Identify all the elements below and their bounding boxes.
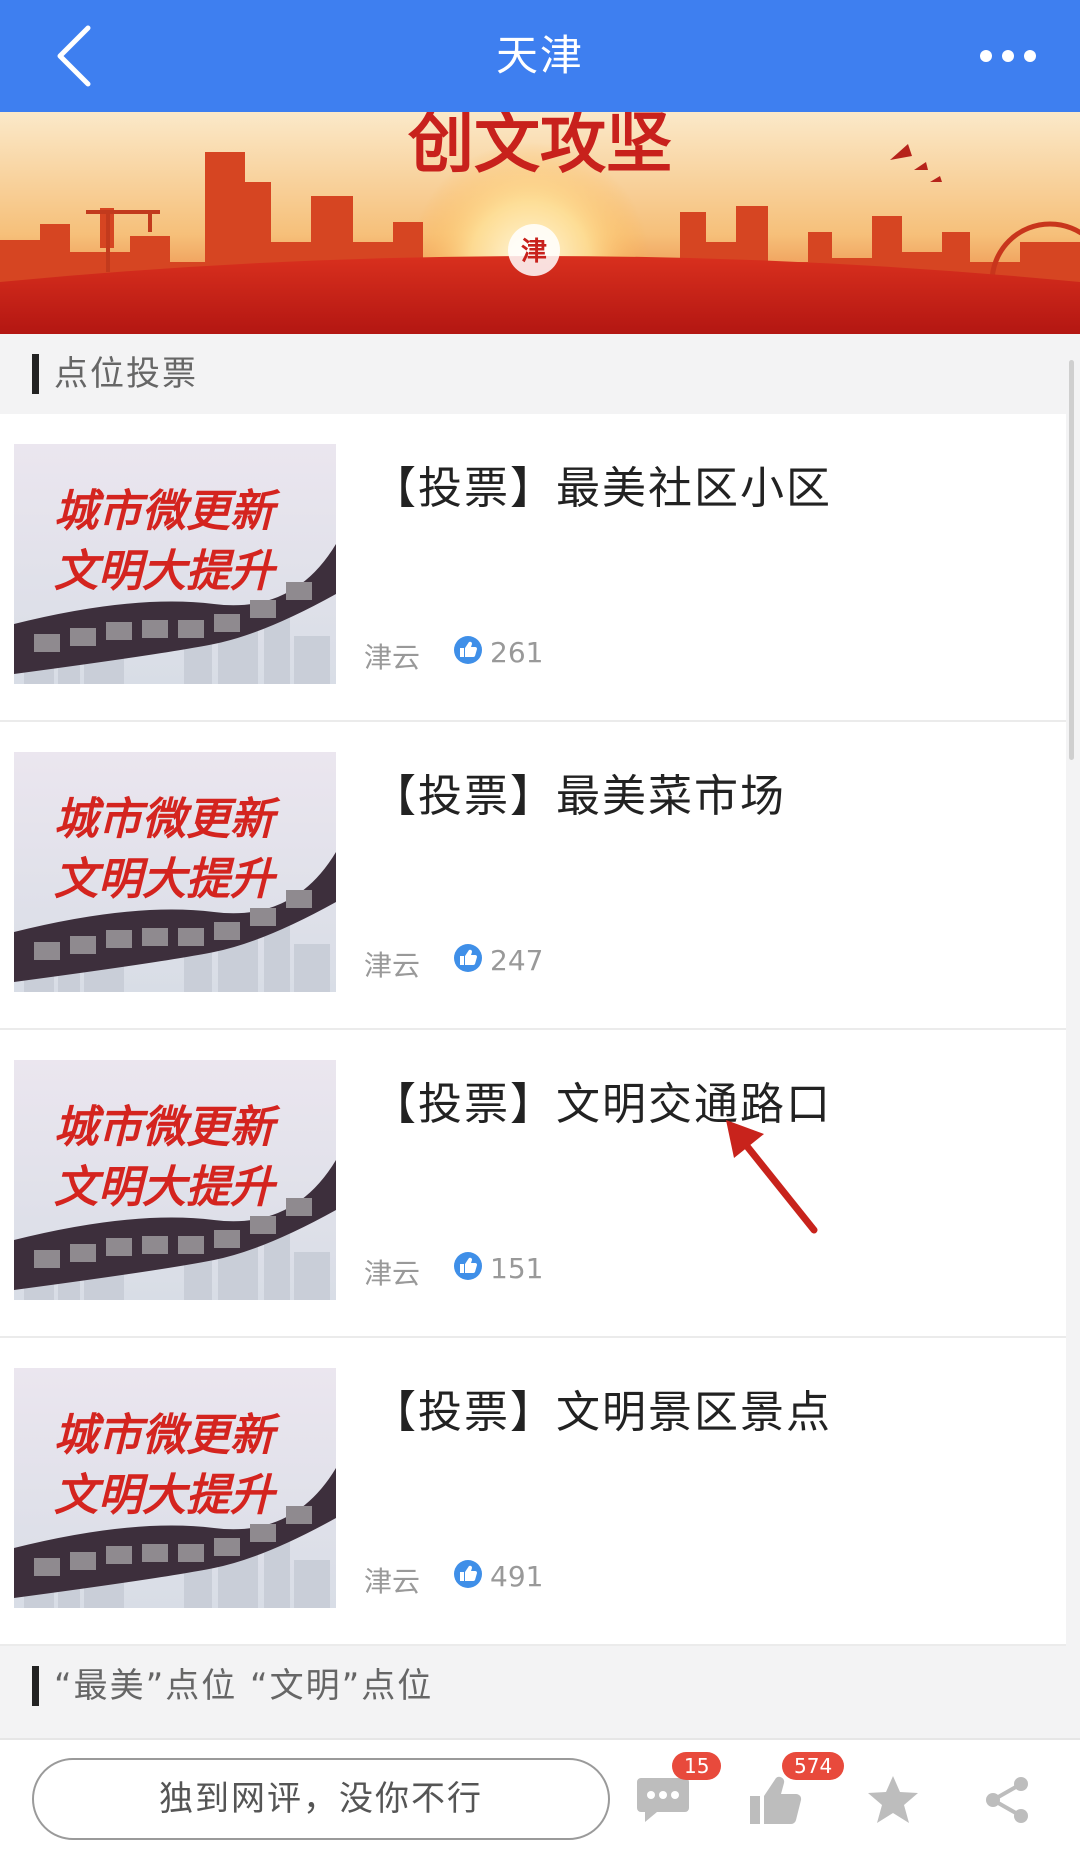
section-marker <box>32 1666 39 1706</box>
svg-text:文明大提升: 文明大提升 <box>54 854 278 905</box>
list-item[interactable]: 城市微更新文明大提升 【投票】文明景区景点 津云 491 <box>0 1338 1066 1646</box>
section-marker <box>32 354 39 394</box>
bottom-toolbar: 独到网评，没你不行 15 574 <box>0 1738 1080 1858</box>
thumbs-up-icon <box>454 636 482 668</box>
favorite-button[interactable] <box>858 1768 928 1832</box>
share-icon <box>986 1777 1028 1823</box>
like-indicator[interactable]: 491 <box>454 1556 543 1596</box>
like-count: 261 <box>490 635 544 669</box>
banner-image[interactable]: 创文攻坚 津 <box>0 112 1080 334</box>
section-header-spots: “最美”点位 “文明”点位 <box>0 1646 1080 1726</box>
more-button[interactable] <box>966 30 1050 82</box>
thumbs-up-icon <box>750 1776 802 1825</box>
scrollbar[interactable] <box>1069 360 1074 760</box>
like-indicator[interactable]: 151 <box>454 1248 543 1288</box>
like-count: 151 <box>490 1251 544 1285</box>
annotation-arrow-icon <box>726 1120 818 1234</box>
star-icon <box>868 1776 918 1823</box>
like-count: 247 <box>490 943 544 977</box>
thumbnail-image[interactable]: 城市微更新文明大提升 <box>14 1060 336 1300</box>
banner-title: 创文攻坚 <box>408 112 672 182</box>
like-count: 491 <box>490 1559 544 1593</box>
svg-text:文明大提升: 文明大提升 <box>54 1470 278 1521</box>
comment-icon <box>637 1778 689 1822</box>
item-source: 津云 <box>364 641 421 674</box>
item-title[interactable]: 【投票】最美菜市场 <box>372 760 786 824</box>
item-title[interactable]: 【投票】最美社区小区 <box>372 452 832 516</box>
section-title: “最美”点位 “文明”点位 <box>54 1666 434 1706</box>
like-indicator[interactable]: 261 <box>454 632 543 672</box>
thumbnail-image[interactable]: 城市微更新文明大提升 <box>14 1368 336 1608</box>
like-button[interactable]: 574 <box>740 1752 845 1832</box>
thumbs-up-icon <box>454 1252 482 1284</box>
comment-input[interactable]: 独到网评，没你不行 <box>32 1758 610 1840</box>
section-header-vote: 点位投票 <box>0 334 1080 414</box>
item-source: 津云 <box>364 1565 421 1598</box>
item-source: 津云 <box>364 949 421 982</box>
list-item[interactable]: 城市微更新文明大提升 【投票】最美菜市场 津云 247 <box>0 722 1066 1030</box>
app-page: 天津 创文攻坚 津 点位投票 城市微更新 文明大提升 【投票】最美社区小区 津云… <box>0 0 1080 1858</box>
svg-text:城市微更新: 城市微更新 <box>54 794 281 845</box>
list-item[interactable]: 城市微更新文明大提升 【投票】最美社区小区 津云 261 <box>0 414 1066 722</box>
thumbnail-image[interactable]: 城市微更新文明大提升 <box>14 752 336 992</box>
svg-text:城市微更新: 城市微更新 <box>54 1102 281 1153</box>
top-nav-bar: 天津 <box>0 0 1080 112</box>
svg-text:文明大提升: 文明大提升 <box>54 1162 278 1213</box>
comment-count-badge: 15 <box>672 1752 722 1780</box>
more-dots-icon <box>980 50 1036 62</box>
page-title: 天津 <box>495 31 584 80</box>
like-count-badge: 574 <box>782 1752 845 1780</box>
svg-text:津: 津 <box>521 237 547 267</box>
item-source: 津云 <box>364 1257 421 1290</box>
thumbs-up-icon <box>454 1560 482 1592</box>
thumbs-up-icon <box>454 944 482 976</box>
section-title: 点位投票 <box>54 354 198 394</box>
thumbnail-image[interactable]: 城市微更新文明大提升 <box>14 444 336 684</box>
like-indicator[interactable]: 247 <box>454 940 543 980</box>
item-title[interactable]: 【投票】文明景区景点 <box>372 1376 832 1440</box>
svg-text:城市微更新: 城市微更新 <box>54 1410 281 1461</box>
share-button[interactable] <box>972 1768 1042 1832</box>
svg-text:文明大提升: 文明大提升 <box>54 546 278 597</box>
svg-text:城市微更新: 城市微更新 <box>54 486 281 537</box>
list-item[interactable]: 城市微更新 文明大提升 【投票】文明交通路口 津云 151 <box>0 1030 1066 1338</box>
comment-button[interactable]: 15 <box>628 1752 722 1832</box>
